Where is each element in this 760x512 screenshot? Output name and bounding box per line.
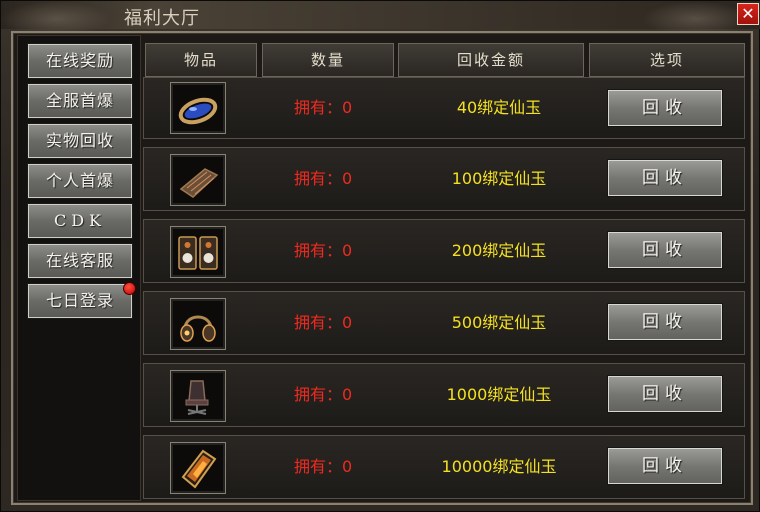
sidebar-item-seven-day-login-wrap: 七日登录	[18, 282, 142, 320]
recycle-button[interactable]: 回收	[607, 159, 723, 197]
recycle-amount: 1000绑定仙玉	[446, 385, 552, 404]
item-slot[interactable]	[170, 226, 226, 278]
sidebar-item-online-reward[interactable]: 在线奖励	[27, 43, 133, 79]
recycle-amount: 10000绑定仙玉	[441, 457, 557, 476]
window-title: 福利大厅	[124, 8, 200, 29]
table-row: 拥有：0 40绑定仙玉 回收	[143, 77, 745, 139]
owned-count: 拥有：0	[294, 98, 353, 117]
sidebar-item-cdk[interactable]: CDK	[27, 203, 133, 239]
table-row: 拥有：0 100绑定仙玉 回收	[143, 147, 745, 211]
recycle-button[interactable]: 回收	[607, 89, 723, 127]
item-slot[interactable]	[170, 442, 226, 494]
item-slot[interactable]	[170, 82, 226, 134]
table-row: 拥有：0 1000绑定仙玉 回收	[143, 363, 745, 427]
table-row: 拥有：0 10000绑定仙玉 回收	[143, 435, 745, 499]
recycle-amount: 40绑定仙玉	[456, 98, 542, 117]
keyboard-icon	[179, 168, 219, 198]
sidebar-item-online-support[interactable]: 在线客服	[27, 243, 133, 279]
close-button[interactable]: ✕	[737, 3, 759, 25]
sidebar: 在线奖励 全服首爆 实物回收 个人首爆 CDK 在线客服 七日登录	[17, 35, 141, 501]
item-slot[interactable]	[170, 370, 226, 422]
header-recycle-amount: 回收金额	[398, 43, 584, 77]
header-options: 选项	[589, 43, 745, 77]
table-row: 拥有：0 500绑定仙玉 回收	[143, 291, 745, 355]
recycle-amount: 200绑定仙玉	[451, 241, 547, 260]
gaming-chair-icon	[185, 380, 209, 415]
owned-count: 拥有：0	[294, 385, 353, 404]
table-row: 拥有：0 200绑定仙玉 回收	[143, 219, 745, 283]
item-slot[interactable]	[170, 298, 226, 350]
recycle-button[interactable]: 回收	[607, 375, 723, 413]
recycle-button[interactable]: 回收	[607, 231, 723, 269]
recycle-button[interactable]: 回收	[607, 303, 723, 341]
owned-count: 拥有：0	[294, 457, 353, 476]
notification-dot	[123, 282, 136, 295]
sidebar-item-seven-day-login[interactable]: 七日登录	[27, 283, 133, 319]
owned-count: 拥有：0	[294, 169, 353, 188]
owned-count: 拥有：0	[294, 313, 353, 332]
recycle-button[interactable]: 回收	[607, 447, 723, 485]
dragon-ornament-left	[1, 1, 111, 31]
dragon-ornament-right	[641, 1, 751, 31]
headphones-icon	[180, 315, 216, 342]
recycle-amount: 500绑定仙玉	[451, 313, 547, 332]
sidebar-item-server-first-drop[interactable]: 全服首爆	[27, 83, 133, 119]
speakers-icon	[178, 236, 218, 270]
item-slot[interactable]	[170, 154, 226, 206]
welfare-hall-window: 福利大厅 ✕ 在线奖励 全服首爆 实物回收 个人首爆 CDK 在线客服 七日登录…	[0, 0, 760, 512]
recycle-amount: 100绑定仙玉	[451, 169, 547, 188]
title-bar: 福利大厅 ✕	[1, 1, 760, 31]
header-item: 物品	[145, 43, 257, 77]
sidebar-item-personal-first-drop[interactable]: 个人首爆	[27, 163, 133, 199]
sidebar-item-physical-recycle[interactable]: 实物回收	[27, 123, 133, 159]
smartphone-icon	[181, 449, 217, 489]
header-quantity: 数量	[262, 43, 394, 77]
blue-ring-icon	[178, 97, 218, 125]
owned-count: 拥有：0	[294, 241, 353, 260]
